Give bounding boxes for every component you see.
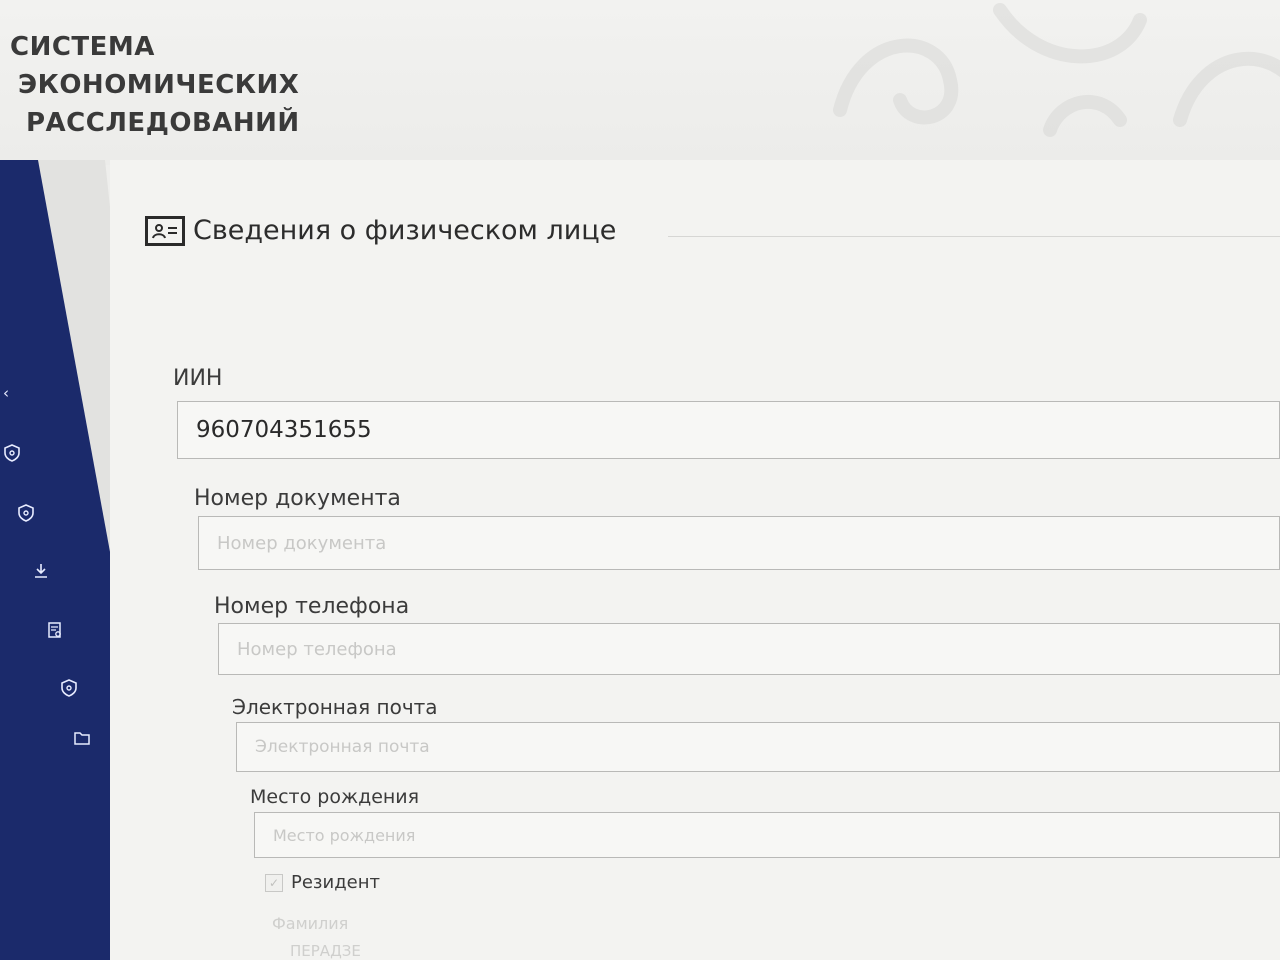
header: СИСТЕМА ЭКОНОМИЧЕСКИХ РАССЛЕДОВАНИЙ <box>0 0 1280 165</box>
birthplace-label: Место рождения <box>250 786 420 808</box>
doc-number-input[interactable] <box>198 516 1280 570</box>
download-icon[interactable] <box>31 562 51 582</box>
section-title: Сведения о физическом лице <box>193 215 617 246</box>
folder-icon[interactable] <box>72 729 92 749</box>
birthplace-input[interactable] <box>254 812 1280 858</box>
email-label: Электронная почта <box>232 695 438 719</box>
surname-value: ПЕРАДЗЕ <box>290 942 361 960</box>
title-divider <box>668 236 1280 237</box>
resident-label: Резидент <box>291 872 380 893</box>
ornament-decoration <box>833 3 1280 137</box>
iin-input[interactable] <box>177 401 1280 459</box>
resident-checkbox[interactable]: ✓ <box>265 873 283 892</box>
shield-icon[interactable] <box>16 504 36 524</box>
surname-label: Фамилия <box>272 914 349 933</box>
shield-icon[interactable] <box>2 444 22 464</box>
brand-line-3: РАССЛЕДОВАНИЙ <box>26 108 300 138</box>
phone-input[interactable] <box>218 623 1280 675</box>
iin-label: ИИН <box>173 366 223 391</box>
brand-line-1: СИСТЕМА <box>10 32 155 62</box>
id-card-icon <box>145 215 185 246</box>
section-header: Сведения о физическом лице <box>145 215 616 246</box>
brand-line-2: ЭКОНОМИЧЕСКИХ <box>18 70 300 100</box>
shield-icon[interactable] <box>59 679 79 699</box>
resident-checkbox-row[interactable]: ✓ Резидент <box>265 872 380 893</box>
system-brand: СИСТЕМА ЭКОНОМИЧЕСКИХ РАССЛЕДОВАНИЙ <box>10 28 300 142</box>
doc-number-label: Номер документа <box>194 486 401 511</box>
document-search-icon[interactable] <box>45 621 65 641</box>
collapse-icon[interactable]: ‹ <box>0 383 16 403</box>
phone-label: Номер телефона <box>214 594 410 619</box>
email-input[interactable] <box>236 722 1280 772</box>
